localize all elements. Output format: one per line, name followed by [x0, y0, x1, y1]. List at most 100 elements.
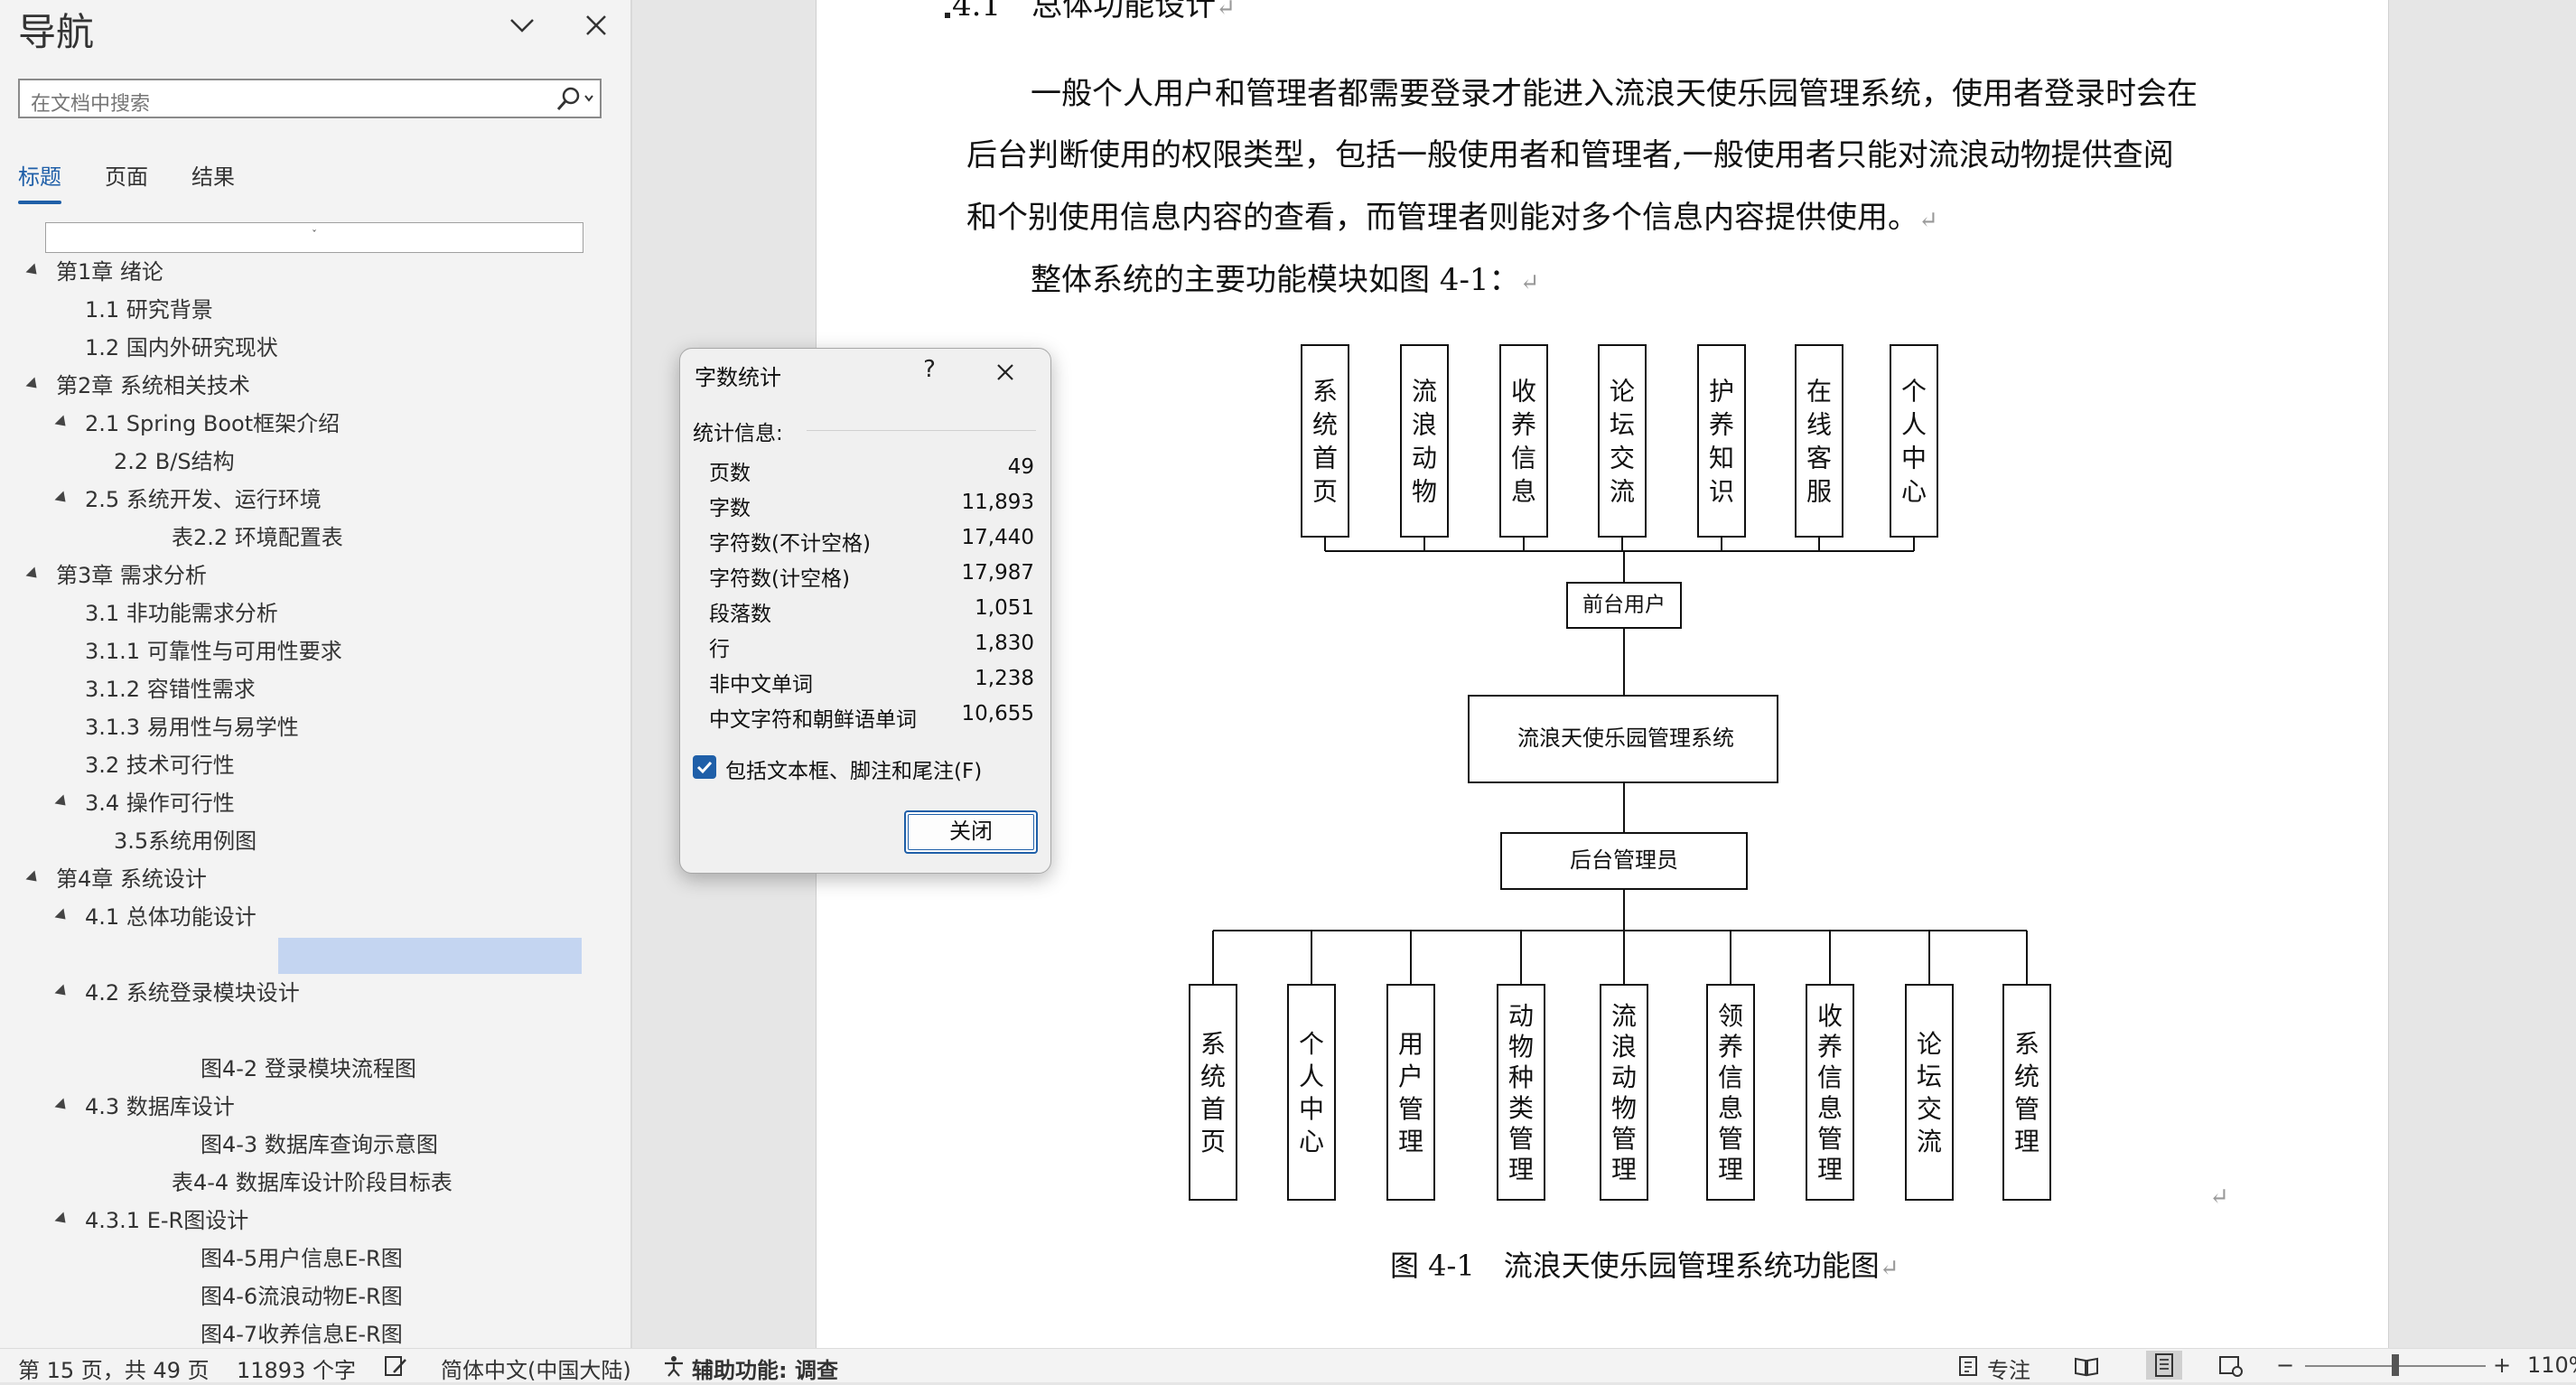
module-label-char: 心 [1299, 1127, 1324, 1156]
focus-icon[interactable] [1956, 1354, 1982, 1378]
chevron-down-icon[interactable] [504, 7, 540, 43]
nav-heading-item[interactable]: 1.2 国内外研究现状 [85, 330, 614, 366]
nav-heading-item[interactable]: 第2章 系统相关技术 [25, 368, 614, 404]
module-label-char: 理 [1611, 1155, 1637, 1184]
module-label-char: 理 [1398, 1127, 1423, 1156]
nav-title: 导航 [18, 10, 95, 54]
module-label-char: 户 [1398, 1062, 1423, 1091]
search-icon[interactable] [549, 84, 596, 115]
stat-value: 1,051 [975, 596, 1034, 620]
module-label-char: 心 [1901, 477, 1927, 507]
checkbox-label[interactable]: 包括文本框、脚注和尾注(F) [725, 753, 982, 784]
nav-heading-item[interactable]: 4.3 数据库设计 [54, 1089, 614, 1125]
nav-heading-item[interactable]: 3.1 非功能需求分析 [85, 595, 614, 632]
module-box [1598, 344, 1647, 538]
nav-heading-item[interactable]: 3.2 技术可行性 [85, 747, 614, 783]
nav-heading-item[interactable]: 2.2 B/S结构 [114, 444, 614, 480]
expand-triangle-icon[interactable] [54, 1212, 70, 1228]
nav-heading-label: 4.2 系统登录模块设计 [85, 980, 300, 1006]
accessibility-icon[interactable] [661, 1354, 686, 1378]
nav-heading-item[interactable]: 第3章 需求分析 [25, 557, 614, 594]
tab-headings[interactable]: 标题 [18, 159, 61, 191]
nav-heading-item[interactable] [201, 1013, 614, 1049]
stat-value: 17,987 [961, 561, 1034, 585]
module-label-char: 养 [1718, 1032, 1743, 1062]
focus-mode[interactable]: 专注 [1987, 1352, 2030, 1384]
tab-results[interactable]: 结果 [191, 159, 235, 191]
nav-heading-item[interactable]: 2.5 系统开发、运行环境 [54, 482, 614, 518]
module-label-char: 理 [2014, 1127, 2039, 1156]
nav-heading-item[interactable]: 4.3.1 E-R图设计 [54, 1203, 614, 1239]
close-button[interactable]: 关闭 [904, 810, 1038, 854]
nav-heading-item[interactable]: 3.5系统用例图 [114, 823, 614, 859]
nav-heading-item[interactable]: 4.2 系统登录模块设计 [54, 975, 614, 1011]
nav-heading-item[interactable]: 表2.2 环境配置表 [172, 519, 614, 556]
expand-triangle-icon[interactable] [25, 263, 42, 279]
expand-triangle-icon[interactable] [54, 491, 70, 507]
module-label-char: 理 [1817, 1155, 1843, 1184]
nav-heading-item[interactable]: 图4-3 数据库查询示意图 [201, 1127, 614, 1163]
nav-heading-item[interactable]: 3.1.3 易用性与易学性 [85, 709, 614, 745]
nav-heading-item[interactable]: 图4-6流浪动物E-R图 [201, 1278, 614, 1315]
module-label-char: 线 [1806, 410, 1832, 440]
module-label-char: 信 [1718, 1062, 1743, 1092]
module-label-char: 论 [1610, 377, 1635, 407]
module-label-char: 统 [2014, 1062, 2039, 1091]
stat-label: 行 [709, 638, 730, 661]
nav-heading-label: 2.5 系统开发、运行环境 [85, 487, 322, 512]
module-label-char: 养 [1817, 1032, 1843, 1062]
page-count[interactable]: 第 15 页，共 49 页 [18, 1352, 210, 1384]
close-icon[interactable] [578, 7, 614, 43]
module-box [1189, 984, 1237, 1201]
nav-heading-item[interactable]: 图4-5用户信息E-R图 [201, 1240, 614, 1277]
nav-heading-item[interactable]: 3.1.1 可靠性与可用性要求 [85, 633, 614, 669]
nav-heading-item[interactable]: 3.1.2 容错性需求 [85, 671, 614, 707]
proofing-icon[interactable] [383, 1354, 408, 1378]
module-label-char: 中 [1901, 444, 1927, 473]
module-box [1301, 344, 1349, 538]
nav-heading-item[interactable] [201, 937, 614, 973]
zoom-level[interactable]: 110% [2527, 1352, 2576, 1378]
module-label-char: 管 [1611, 1124, 1637, 1154]
nav-heading-item[interactable]: 2.1 Spring Boot框架介绍 [54, 406, 614, 442]
module-box [1287, 984, 1336, 1201]
expand-triangle-icon[interactable] [54, 984, 70, 1000]
dialog-close-icon[interactable] [985, 354, 1025, 390]
expand-triangle-icon[interactable] [54, 794, 70, 810]
expand-triangle-icon[interactable] [25, 377, 42, 393]
expand-triangle-icon[interactable] [25, 870, 42, 886]
expand-triangle-icon[interactable] [54, 908, 70, 924]
stat-row: 行 1,830 [709, 632, 1034, 666]
module-label-char: 收 [1817, 1001, 1843, 1031]
node-label: 后台管理员 [1570, 847, 1678, 873]
document-page[interactable]: 4.1 总体功能设计↵ 一般个人用户和管理者都需要登录才能进入流浪天使乐园管理系… [816, 0, 2389, 1348]
stat-label: 字数 [709, 497, 751, 520]
accessibility-status[interactable]: 辅助功能: 调查 [692, 1352, 838, 1384]
nav-heading-item[interactable]: 图4-7收养信息E-R图 [201, 1316, 614, 1348]
expand-triangle-icon[interactable] [25, 566, 42, 583]
tab-pages[interactable]: 页面 [105, 159, 148, 191]
module-label-char: 识 [1709, 477, 1734, 507]
include-textboxes-checkbox[interactable] [693, 755, 716, 779]
nav-search-input[interactable]: 在文档中搜索 [18, 79, 602, 118]
word-count[interactable]: 11893 个字 [237, 1352, 356, 1384]
nav-heading-item[interactable]: 第1章 绪论 [25, 254, 614, 290]
expand-triangle-icon[interactable] [54, 415, 70, 431]
nav-heading-item[interactable]: 图4-2 登录模块流程图 [201, 1051, 614, 1087]
zoom-slider-thumb[interactable] [2392, 1354, 2399, 1376]
expand-triangle-icon[interactable] [54, 1098, 70, 1114]
zoom-out-icon[interactable]: − [2276, 1352, 2294, 1378]
read-mode-icon[interactable] [2074, 1354, 2099, 1378]
nav-heading-item[interactable]: 1.1 研究背景 [85, 292, 614, 328]
nav-heading-item[interactable]: 3.4 操作可行性 [54, 785, 614, 821]
nav-heading-item[interactable]: 4.1 总体功能设计 [54, 899, 614, 935]
print-layout-icon[interactable] [2146, 1351, 2182, 1380]
language-indicator[interactable]: 简体中文(中国大陆) [441, 1352, 631, 1384]
nav-heading-item[interactable]: 表4-4 数据库设计阶段目标表 [172, 1165, 614, 1201]
module-label-char: 息 [1817, 1093, 1843, 1123]
help-icon[interactable]: ? [911, 356, 947, 383]
zoom-in-icon[interactable]: + [2493, 1352, 2511, 1378]
web-layout-icon[interactable] [2218, 1354, 2244, 1378]
nav-collapse-bar[interactable]: ˇ [45, 222, 583, 253]
nav-heading-item[interactable]: 第4章 系统设计 [25, 861, 614, 897]
